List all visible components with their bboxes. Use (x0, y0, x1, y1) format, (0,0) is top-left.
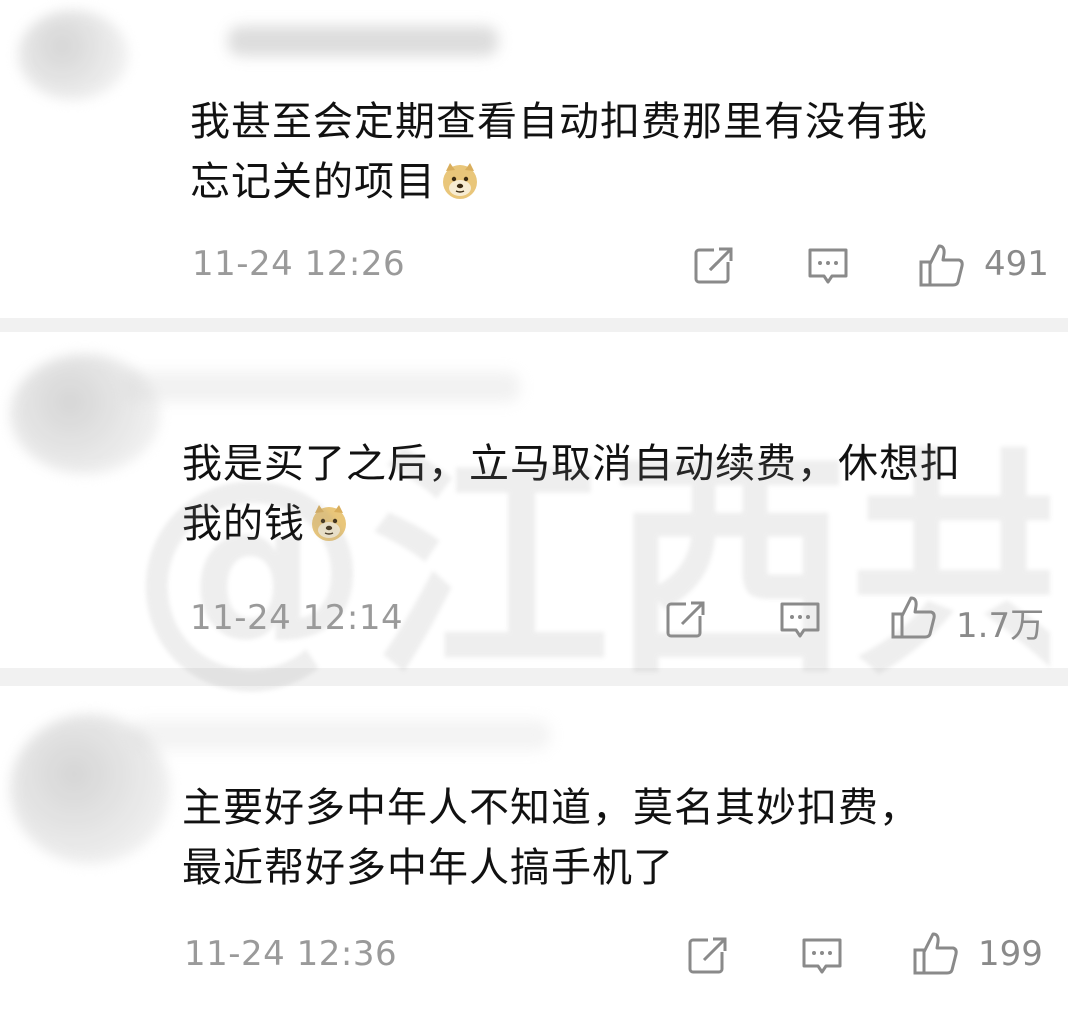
doge-emoji-icon (312, 505, 346, 541)
comment-timestamp: 11-24 12:36 (184, 934, 398, 974)
share-icon[interactable] (664, 598, 708, 642)
like-count: 491 (984, 244, 1049, 284)
comment-text-line: 我的钱 (182, 494, 961, 554)
thumbs-up-icon[interactable] (918, 242, 966, 288)
like-count: 199 (978, 934, 1043, 974)
comment-text-line: 最近帮好多中年人搞手机了 (182, 845, 674, 891)
comment-text: 主要好多中年人不知道，莫名其妙扣费， 最近帮好多中年人搞手机了 (182, 778, 920, 898)
comment-text-line: 我是买了之后，立马取消自动续费，休想扣 (182, 441, 961, 487)
share-icon[interactable] (686, 934, 730, 978)
comment-item: 主要好多中年人不知道，莫名其妙扣费， 最近帮好多中年人搞手机了 11-24 12… (0, 686, 1068, 1024)
comment-icon[interactable] (800, 934, 844, 978)
thumbs-up-icon[interactable] (890, 594, 938, 640)
comment-text: 我甚至会定期查看自动扣费那里有没有我 忘记关的项目 (190, 92, 928, 212)
thumbs-up-icon[interactable] (912, 930, 960, 976)
comment-separator (0, 668, 1068, 686)
comment-text: 我是买了之后，立马取消自动续费，休想扣 我的钱 (182, 434, 961, 554)
username-blurred[interactable] (130, 720, 550, 750)
comment-icon[interactable] (806, 244, 850, 288)
comment-text-line: 我甚至会定期查看自动扣费那里有没有我 (190, 99, 928, 145)
share-icon[interactable] (692, 244, 736, 288)
comment-timestamp: 11-24 12:26 (192, 244, 406, 284)
doge-emoji-icon (443, 163, 477, 199)
comment-item: 我甚至会定期查看自动扣费那里有没有我 忘记关的项目 11-24 12:26 49 (0, 0, 1068, 318)
comment-text-line: 忘记关的项目 (190, 152, 928, 212)
comment-item: 我是买了之后，立马取消自动续费，休想扣 我的钱 11-24 12:14 1.7万 (0, 332, 1068, 668)
comment-icon[interactable] (778, 598, 822, 642)
comment-separator (0, 318, 1068, 332)
username-blurred[interactable] (228, 26, 498, 56)
username-blurred[interactable] (120, 372, 520, 402)
like-count: 1.7万 (956, 606, 1045, 646)
comment-timestamp: 11-24 12:14 (190, 598, 404, 638)
avatar[interactable] (18, 10, 128, 100)
comment-text-line: 主要好多中年人不知道，莫名其妙扣费， (182, 785, 920, 831)
